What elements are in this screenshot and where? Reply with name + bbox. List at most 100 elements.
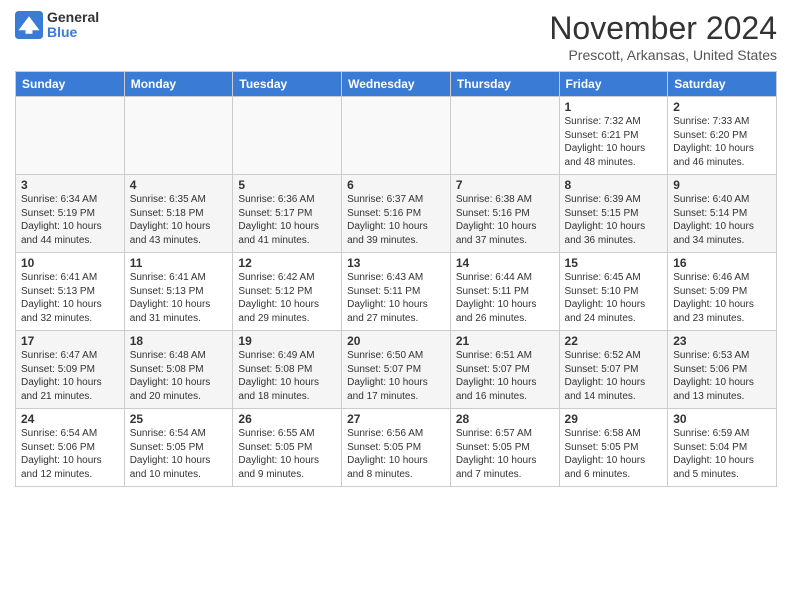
calendar-cell: 9Sunrise: 6:40 AM Sunset: 5:14 PM Daylig…: [668, 175, 777, 253]
day-info: Sunrise: 6:38 AM Sunset: 5:16 PM Dayligh…: [456, 193, 554, 247]
day-info: Sunrise: 6:49 AM Sunset: 5:08 PM Dayligh…: [238, 349, 336, 403]
week-row-3: 10Sunrise: 6:41 AM Sunset: 5:13 PM Dayli…: [16, 253, 777, 331]
weekday-header-thursday: Thursday: [450, 72, 559, 97]
calendar-cell: 13Sunrise: 6:43 AM Sunset: 5:11 PM Dayli…: [342, 253, 451, 331]
day-number: 30: [673, 412, 771, 426]
day-info: Sunrise: 7:32 AM Sunset: 6:21 PM Dayligh…: [565, 115, 663, 169]
day-info: Sunrise: 6:41 AM Sunset: 5:13 PM Dayligh…: [130, 271, 228, 325]
day-number: 23: [673, 334, 771, 348]
calendar-cell: 2Sunrise: 7:33 AM Sunset: 6:20 PM Daylig…: [668, 97, 777, 175]
calendar-cell: 26Sunrise: 6:55 AM Sunset: 5:05 PM Dayli…: [233, 409, 342, 487]
calendar-cell: 14Sunrise: 6:44 AM Sunset: 5:11 PM Dayli…: [450, 253, 559, 331]
page: General Blue November 2024 Prescott, Ark…: [0, 0, 792, 497]
calendar-cell: 18Sunrise: 6:48 AM Sunset: 5:08 PM Dayli…: [124, 331, 233, 409]
calendar-cell: 30Sunrise: 6:59 AM Sunset: 5:04 PM Dayli…: [668, 409, 777, 487]
calendar-cell: 23Sunrise: 6:53 AM Sunset: 5:06 PM Dayli…: [668, 331, 777, 409]
calendar-cell: 7Sunrise: 6:38 AM Sunset: 5:16 PM Daylig…: [450, 175, 559, 253]
calendar-cell: 25Sunrise: 6:54 AM Sunset: 5:05 PM Dayli…: [124, 409, 233, 487]
day-info: Sunrise: 6:35 AM Sunset: 5:18 PM Dayligh…: [130, 193, 228, 247]
day-info: Sunrise: 6:58 AM Sunset: 5:05 PM Dayligh…: [565, 427, 663, 481]
day-number: 15: [565, 256, 663, 270]
calendar-cell: 11Sunrise: 6:41 AM Sunset: 5:13 PM Dayli…: [124, 253, 233, 331]
week-row-1: 1Sunrise: 7:32 AM Sunset: 6:21 PM Daylig…: [16, 97, 777, 175]
calendar-cell: 6Sunrise: 6:37 AM Sunset: 5:16 PM Daylig…: [342, 175, 451, 253]
calendar-cell: 19Sunrise: 6:49 AM Sunset: 5:08 PM Dayli…: [233, 331, 342, 409]
calendar-cell: 10Sunrise: 6:41 AM Sunset: 5:13 PM Dayli…: [16, 253, 125, 331]
logo: General Blue: [15, 10, 99, 41]
day-info: Sunrise: 6:34 AM Sunset: 5:19 PM Dayligh…: [21, 193, 119, 247]
week-row-4: 17Sunrise: 6:47 AM Sunset: 5:09 PM Dayli…: [16, 331, 777, 409]
calendar-cell: 17Sunrise: 6:47 AM Sunset: 5:09 PM Dayli…: [16, 331, 125, 409]
calendar-cell: 29Sunrise: 6:58 AM Sunset: 5:05 PM Dayli…: [559, 409, 668, 487]
calendar-cell: 28Sunrise: 6:57 AM Sunset: 5:05 PM Dayli…: [450, 409, 559, 487]
day-info: Sunrise: 6:54 AM Sunset: 5:06 PM Dayligh…: [21, 427, 119, 481]
day-number: 8: [565, 178, 663, 192]
day-number: 5: [238, 178, 336, 192]
calendar-cell: 16Sunrise: 6:46 AM Sunset: 5:09 PM Dayli…: [668, 253, 777, 331]
logo-icon: [15, 11, 43, 39]
calendar-cell: 22Sunrise: 6:52 AM Sunset: 5:07 PM Dayli…: [559, 331, 668, 409]
day-number: 29: [565, 412, 663, 426]
day-info: Sunrise: 6:41 AM Sunset: 5:13 PM Dayligh…: [21, 271, 119, 325]
calendar-cell: [233, 97, 342, 175]
calendar-cell: 27Sunrise: 6:56 AM Sunset: 5:05 PM Dayli…: [342, 409, 451, 487]
calendar-cell: 24Sunrise: 6:54 AM Sunset: 5:06 PM Dayli…: [16, 409, 125, 487]
day-number: 11: [130, 256, 228, 270]
calendar-cell: 3Sunrise: 6:34 AM Sunset: 5:19 PM Daylig…: [16, 175, 125, 253]
calendar-table: SundayMondayTuesdayWednesdayThursdayFrid…: [15, 71, 777, 487]
calendar-cell: 5Sunrise: 6:36 AM Sunset: 5:17 PM Daylig…: [233, 175, 342, 253]
day-number: 21: [456, 334, 554, 348]
calendar-cell: [124, 97, 233, 175]
day-number: 19: [238, 334, 336, 348]
day-info: Sunrise: 6:53 AM Sunset: 5:06 PM Dayligh…: [673, 349, 771, 403]
day-info: Sunrise: 6:36 AM Sunset: 5:17 PM Dayligh…: [238, 193, 336, 247]
calendar-header: SundayMondayTuesdayWednesdayThursdayFrid…: [16, 72, 777, 97]
day-number: 20: [347, 334, 445, 348]
weekday-header-tuesday: Tuesday: [233, 72, 342, 97]
day-info: Sunrise: 6:46 AM Sunset: 5:09 PM Dayligh…: [673, 271, 771, 325]
logo-general-text: General: [47, 10, 99, 25]
day-info: Sunrise: 6:39 AM Sunset: 5:15 PM Dayligh…: [565, 193, 663, 247]
day-number: 12: [238, 256, 336, 270]
day-number: 10: [21, 256, 119, 270]
day-info: Sunrise: 7:33 AM Sunset: 6:20 PM Dayligh…: [673, 115, 771, 169]
calendar-cell: 8Sunrise: 6:39 AM Sunset: 5:15 PM Daylig…: [559, 175, 668, 253]
day-info: Sunrise: 6:54 AM Sunset: 5:05 PM Dayligh…: [130, 427, 228, 481]
calendar-cell: [342, 97, 451, 175]
day-info: Sunrise: 6:55 AM Sunset: 5:05 PM Dayligh…: [238, 427, 336, 481]
day-number: 28: [456, 412, 554, 426]
day-info: Sunrise: 6:40 AM Sunset: 5:14 PM Dayligh…: [673, 193, 771, 247]
calendar-cell: 20Sunrise: 6:50 AM Sunset: 5:07 PM Dayli…: [342, 331, 451, 409]
day-number: 27: [347, 412, 445, 426]
weekday-row: SundayMondayTuesdayWednesdayThursdayFrid…: [16, 72, 777, 97]
calendar-body: 1Sunrise: 7:32 AM Sunset: 6:21 PM Daylig…: [16, 97, 777, 487]
calendar-cell: [450, 97, 559, 175]
day-number: 4: [130, 178, 228, 192]
weekday-header-wednesday: Wednesday: [342, 72, 451, 97]
day-number: 2: [673, 100, 771, 114]
logo-text: General Blue: [47, 10, 99, 41]
day-info: Sunrise: 6:57 AM Sunset: 5:05 PM Dayligh…: [456, 427, 554, 481]
day-info: Sunrise: 6:47 AM Sunset: 5:09 PM Dayligh…: [21, 349, 119, 403]
weekday-header-friday: Friday: [559, 72, 668, 97]
weekday-header-monday: Monday: [124, 72, 233, 97]
day-info: Sunrise: 6:42 AM Sunset: 5:12 PM Dayligh…: [238, 271, 336, 325]
week-row-5: 24Sunrise: 6:54 AM Sunset: 5:06 PM Dayli…: [16, 409, 777, 487]
day-number: 13: [347, 256, 445, 270]
week-row-2: 3Sunrise: 6:34 AM Sunset: 5:19 PM Daylig…: [16, 175, 777, 253]
logo-blue-text: Blue: [47, 25, 99, 40]
day-info: Sunrise: 6:59 AM Sunset: 5:04 PM Dayligh…: [673, 427, 771, 481]
calendar-cell: 4Sunrise: 6:35 AM Sunset: 5:18 PM Daylig…: [124, 175, 233, 253]
calendar-cell: [16, 97, 125, 175]
day-number: 1: [565, 100, 663, 114]
day-number: 16: [673, 256, 771, 270]
day-info: Sunrise: 6:37 AM Sunset: 5:16 PM Dayligh…: [347, 193, 445, 247]
day-number: 3: [21, 178, 119, 192]
day-info: Sunrise: 6:50 AM Sunset: 5:07 PM Dayligh…: [347, 349, 445, 403]
calendar-cell: 15Sunrise: 6:45 AM Sunset: 5:10 PM Dayli…: [559, 253, 668, 331]
day-info: Sunrise: 6:43 AM Sunset: 5:11 PM Dayligh…: [347, 271, 445, 325]
day-number: 24: [21, 412, 119, 426]
header: General Blue November 2024 Prescott, Ark…: [15, 10, 777, 63]
day-number: 9: [673, 178, 771, 192]
day-info: Sunrise: 6:51 AM Sunset: 5:07 PM Dayligh…: [456, 349, 554, 403]
